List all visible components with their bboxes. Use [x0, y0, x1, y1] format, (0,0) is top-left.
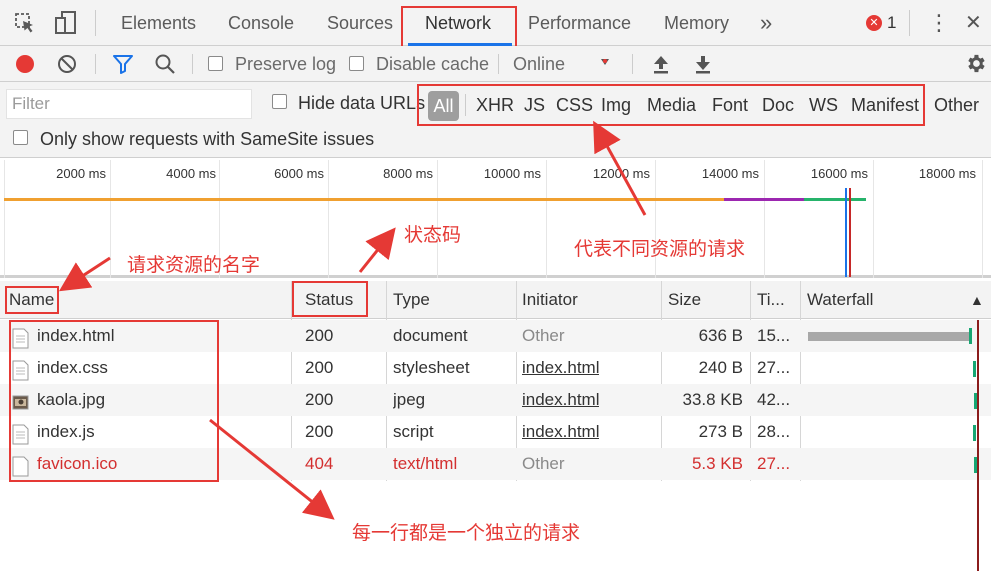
arrow-to-rows [209, 418, 335, 520]
arrow-to-status [358, 227, 396, 273]
annotation-arrows [58, 120, 647, 520]
arrow-to-types [593, 120, 647, 216]
arrow-to-name [58, 256, 111, 292]
